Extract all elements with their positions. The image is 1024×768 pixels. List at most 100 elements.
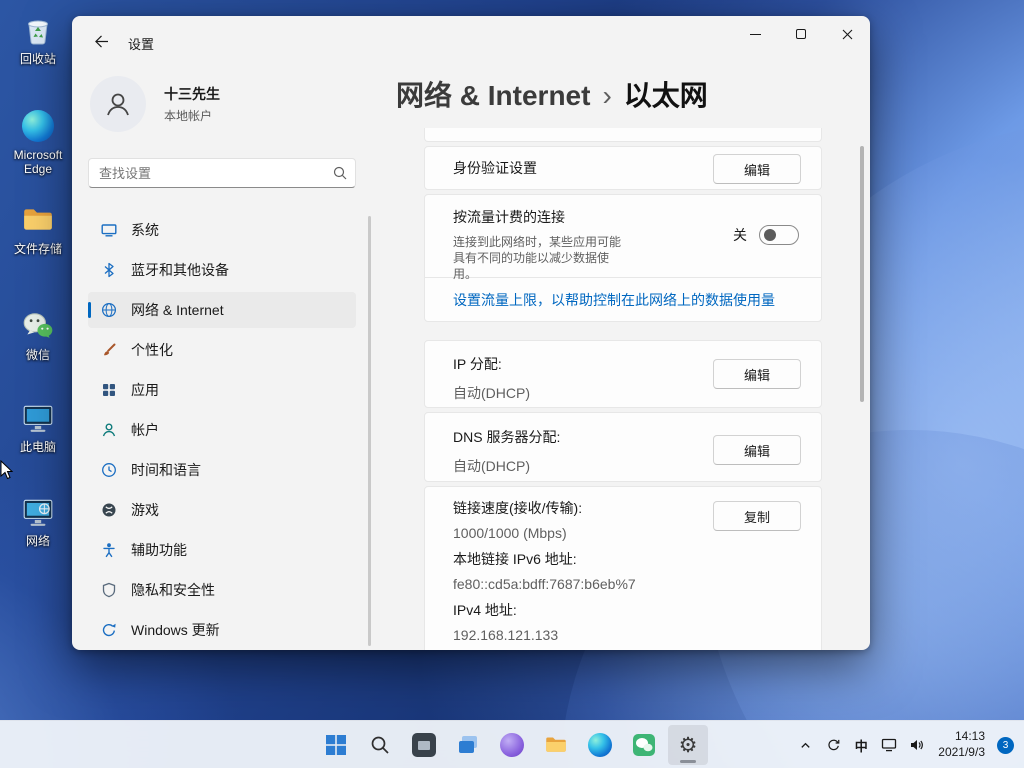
ime-label: 中 [854, 738, 868, 754]
sidebar-item-time-language[interactable]: 时间和语言 [88, 452, 356, 488]
desktop-icon-network[interactable]: 网络 [2, 494, 74, 548]
desktop-icon-folder[interactable]: 文件存储 [2, 202, 74, 256]
breadcrumb-root[interactable]: 网络 & Internet [396, 74, 590, 114]
sidebar-item-label: Windows 更新 [131, 622, 220, 638]
maximize-icon [796, 29, 806, 39]
sidebar-item-personalization[interactable]: 个性化 [88, 332, 356, 368]
ipv4-address-label: IPv4 地址: [453, 602, 517, 618]
start-button[interactable] [316, 725, 356, 765]
sidebar-item-accounts[interactable]: 帐户 [88, 412, 356, 448]
authentication-settings-card: 身份验证设置 编辑 [424, 146, 822, 190]
taskbar-app-dark[interactable] [404, 725, 444, 765]
data-limit-link[interactable]: 设置流量上限，以帮助控制在此网络上的数据使用量 [453, 290, 775, 310]
sidebar-item-system[interactable]: 系统 [88, 212, 356, 248]
scrolled-card-remnant [424, 128, 822, 142]
ethernet-icon [882, 738, 897, 752]
dns-edit-button[interactable]: 编辑 [713, 435, 801, 465]
settings-button[interactable]: ⚙ [668, 725, 708, 765]
desktop-icon-label: 回收站 [19, 52, 56, 66]
privacy-shield-icon [101, 582, 117, 598]
metered-connection-toggle[interactable]: 关 [733, 225, 799, 245]
task-view-icon [459, 736, 477, 753]
maximize-button[interactable] [778, 16, 824, 52]
desktop-icon-this-pc[interactable]: 此电脑 [2, 400, 74, 454]
desktop-icon-recycle-bin[interactable]: 回收站 [2, 12, 74, 66]
sidebar-item-privacy-security[interactable]: 隐私和安全性 [88, 572, 356, 608]
sidebar-item-label: 系统 [131, 222, 159, 238]
clock[interactable]: 14:13 2021/9/3 [932, 729, 991, 760]
volume-tray-button[interactable] [904, 727, 930, 763]
edge-button[interactable] [580, 725, 620, 765]
settings-search-input[interactable] [99, 165, 333, 181]
content-scrollbar[interactable] [860, 146, 864, 402]
settings-icon: ⚙ [678, 733, 698, 757]
file-explorer-button[interactable] [536, 725, 576, 765]
sync-icon [828, 739, 840, 750]
person-icon [107, 93, 129, 116]
desktop-icon-wechat[interactable]: 微信 [2, 308, 74, 362]
taskbar-app-purple[interactable] [492, 725, 532, 765]
ipv6-address-label: 本地链接 IPv6 地址: [453, 551, 577, 567]
start-icon [326, 735, 346, 755]
toggle-switch-off [759, 225, 799, 245]
sidebar-item-label: 游戏 [131, 502, 159, 518]
ipv4-address-value: 192.168.121.133 [453, 627, 559, 643]
tray-date: 2021/9/3 [938, 745, 985, 759]
taskbar-search-button[interactable] [360, 725, 400, 765]
sidebar-item-network-internet[interactable]: 网络 & Internet [88, 292, 356, 328]
desktop-icon-label: 微信 [25, 348, 50, 362]
network-places-icon [20, 494, 56, 530]
user-account[interactable]: 十三先生 本地帐户 [90, 76, 220, 132]
authentication-edit-button[interactable]: 编辑 [713, 154, 801, 184]
settings-sidebar: 十三先生 本地帐户 系统 蓝牙和其他设备 网络 & Internet [72, 66, 380, 650]
search-icon [371, 736, 389, 754]
dns-assignment-card: DNS 服务器分配: 自动(DHCP) 编辑 [424, 412, 822, 482]
authentication-settings-label: 身份验证设置 [453, 160, 537, 176]
back-arrow-icon [94, 35, 108, 47]
system-tray: 中 14:13 2021/9/3 3 [792, 721, 1014, 768]
window-controls [732, 16, 870, 52]
taskbar: ⚙ 中 14:13 2021/9/3 3 [0, 720, 1024, 768]
tray-sync-button[interactable] [820, 727, 846, 763]
wechat-button[interactable] [624, 725, 664, 765]
volume-icon [911, 740, 924, 750]
sidebar-item-gaming[interactable]: 游戏 [88, 492, 356, 528]
data-limit-row: 设置流量上限，以帮助控制在此网络上的数据使用量 [425, 277, 821, 322]
ip-edit-button[interactable]: 编辑 [713, 359, 801, 389]
hidden-icons-button[interactable] [792, 727, 818, 763]
globe-icon [101, 302, 117, 318]
sidebar-item-label: 应用 [131, 382, 159, 398]
sidebar-scrollbar[interactable] [368, 216, 371, 646]
wechat-icon [20, 308, 56, 344]
ipv6-address-value: fe80::cd5a:bdff:7687:b6eb%7 [453, 576, 636, 592]
desktop-icon-edge[interactable]: Microsoft Edge [2, 108, 74, 177]
sidebar-item-accessibility[interactable]: 辅助功能 [88, 532, 356, 568]
copy-button[interactable]: 复制 [713, 501, 801, 531]
chevron-up-icon [801, 742, 810, 748]
desktop-icon-label: Microsoft Edge [13, 148, 63, 177]
folder-icon [20, 202, 56, 238]
sidebar-item-label: 隐私和安全性 [131, 582, 215, 598]
time-language-icon [101, 462, 117, 478]
close-button[interactable] [824, 16, 870, 52]
desktop-icon-label: 网络 [25, 534, 50, 548]
settings-content: 网络 & Internet › 以太网 身份验证设置 编辑 按流量计费的连接 连… [396, 66, 870, 650]
minimize-button[interactable] [732, 16, 778, 52]
sidebar-item-bluetooth-devices[interactable]: 蓝牙和其他设备 [88, 252, 356, 288]
desktop-icon-label: 此电脑 [19, 440, 56, 454]
accessibility-icon [101, 542, 117, 558]
task-view-button[interactable] [448, 725, 488, 765]
network-tray-button[interactable] [876, 727, 902, 763]
notification-badge[interactable]: 3 [997, 736, 1014, 754]
ime-indicator[interactable]: 中 [848, 727, 874, 763]
toggle-state-label: 关 [733, 227, 747, 243]
sidebar-item-windows-update[interactable]: Windows 更新 [88, 612, 356, 648]
back-button[interactable] [84, 28, 118, 54]
purple-app-icon [500, 733, 524, 757]
accounts-icon [101, 422, 117, 438]
close-icon [842, 29, 852, 39]
wechat-icon [633, 734, 655, 756]
breadcrumb: 网络 & Internet › 以太网 [396, 74, 708, 114]
sidebar-item-label: 个性化 [131, 342, 173, 358]
sidebar-item-apps[interactable]: 应用 [88, 372, 356, 408]
